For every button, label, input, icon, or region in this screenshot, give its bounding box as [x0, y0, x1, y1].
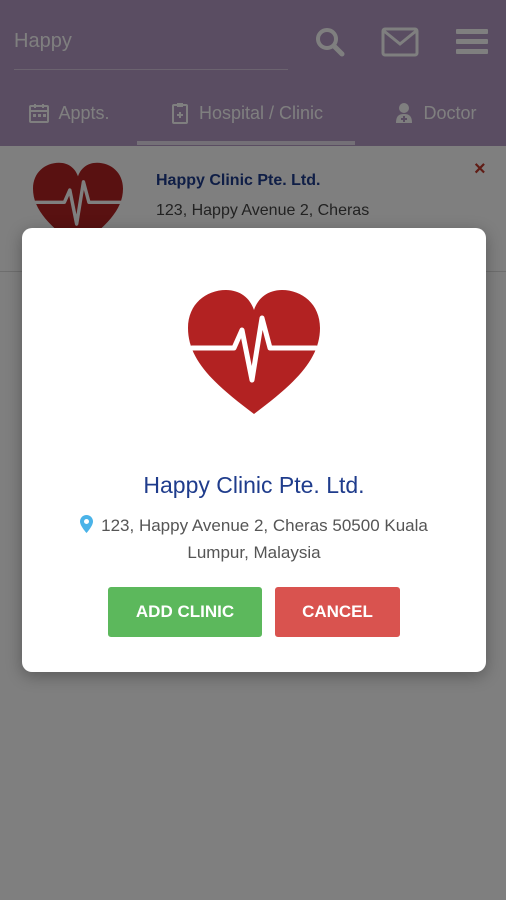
clinic-name: Happy Clinic Pte. Ltd. [143, 472, 365, 498]
clinic-address: 123, Happy Avenue 2, Cheras 50500 Kuala … [101, 516, 428, 562]
add-clinic-dialog: Happy Clinic Pte. Ltd. 123, Happy Avenue… [22, 228, 486, 672]
clinic-address-block: 123, Happy Avenue 2, Cheras 50500 Kuala … [62, 512, 446, 566]
location-pin-icon [80, 515, 94, 533]
cancel-button[interactable]: CANCEL [275, 587, 400, 637]
heart-pulse-icon [188, 290, 320, 414]
add-clinic-button[interactable]: ADD CLINIC [108, 587, 262, 637]
